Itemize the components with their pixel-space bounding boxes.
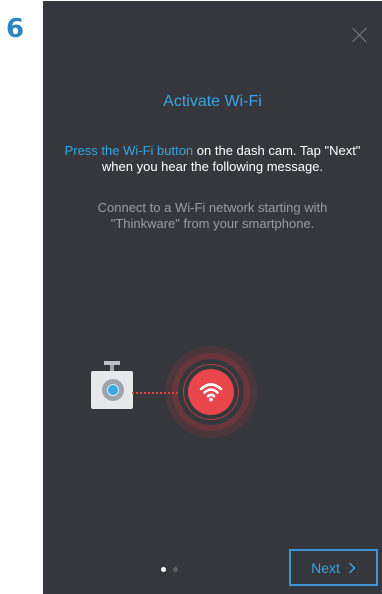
page-dot-1 xyxy=(161,567,166,572)
dash-cam-icon xyxy=(91,361,133,411)
wifi-signal-icon xyxy=(165,346,257,438)
phone-screen: Activate Wi-Fi Press the Wi-Fi button on… xyxy=(43,1,382,594)
chevron-right-icon xyxy=(348,562,356,573)
page-indicator xyxy=(161,567,178,572)
instruction-text: Press the Wi-Fi button on the dash cam. … xyxy=(57,143,368,175)
close-icon[interactable] xyxy=(352,27,368,43)
wifi-icon xyxy=(199,383,223,402)
voice-message: Connect to a Wi-Fi network starting with… xyxy=(97,200,328,231)
page-dot-2 xyxy=(173,567,178,572)
step-number: 6 xyxy=(6,14,25,44)
screen-title: Activate Wi-Fi xyxy=(163,93,262,110)
next-button[interactable]: Next xyxy=(292,552,375,583)
next-label: Next xyxy=(311,559,340,576)
instruction-highlight: Press the Wi-Fi button xyxy=(64,143,194,158)
